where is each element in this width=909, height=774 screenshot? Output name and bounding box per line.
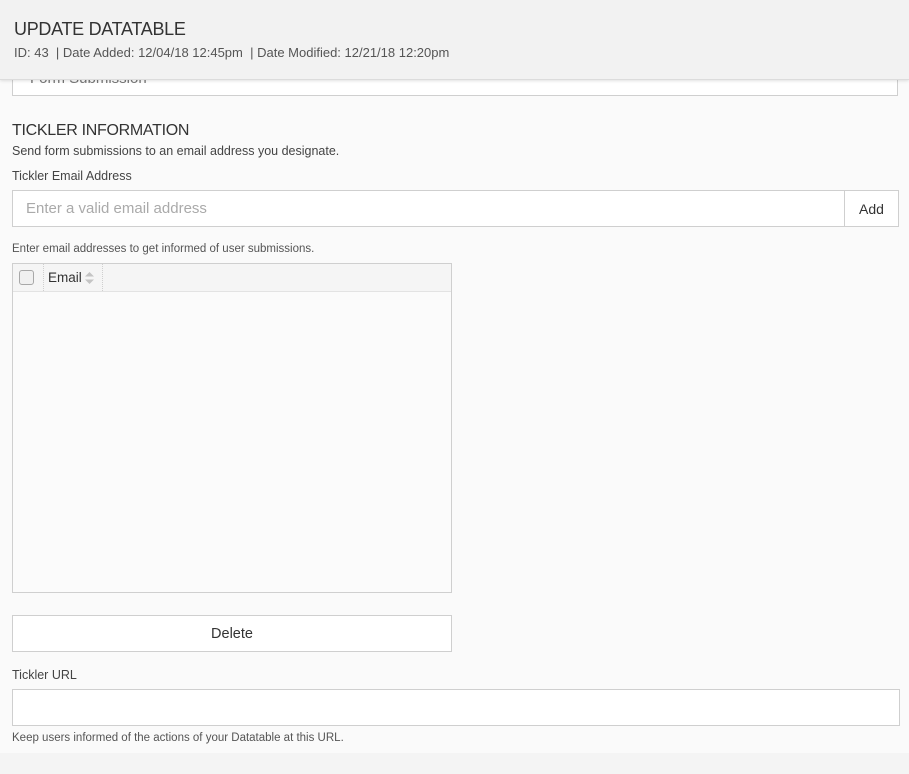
grid-header: Email bbox=[13, 264, 451, 292]
select-all-checkbox[interactable] bbox=[19, 270, 34, 285]
email-grid: Email bbox=[12, 263, 452, 593]
section-title: TICKLER INFORMATION bbox=[12, 122, 190, 139]
email-label: Tickler Email Address bbox=[12, 169, 132, 183]
tickler-url-input[interactable] bbox=[12, 689, 900, 726]
email-hint: Enter email addresses to get informed of… bbox=[12, 243, 315, 255]
url-hint: Keep users informed of the actions of yo… bbox=[12, 732, 344, 744]
column-divider bbox=[43, 264, 45, 291]
url-label: Tickler URL bbox=[12, 668, 77, 682]
add-button[interactable]: Add bbox=[844, 190, 899, 227]
sort-icon[interactable] bbox=[85, 272, 94, 284]
email-input[interactable] bbox=[12, 190, 845, 227]
column-header-email[interactable]: Email bbox=[48, 270, 82, 285]
page: Form Submission ▾ UPDATE DATATABLE ID: 4… bbox=[0, 0, 909, 753]
section-description: Send form submissions to an email addres… bbox=[12, 144, 340, 158]
page-header: UPDATE DATATABLE ID: 43 | Date Added: 12… bbox=[0, 0, 909, 80]
page-title: UPDATE DATATABLE bbox=[14, 19, 186, 39]
delete-button[interactable]: Delete bbox=[12, 615, 452, 652]
column-divider bbox=[102, 264, 104, 291]
record-meta: ID: 43 | Date Added: 12/04/18 12:45pm | … bbox=[14, 45, 450, 60]
